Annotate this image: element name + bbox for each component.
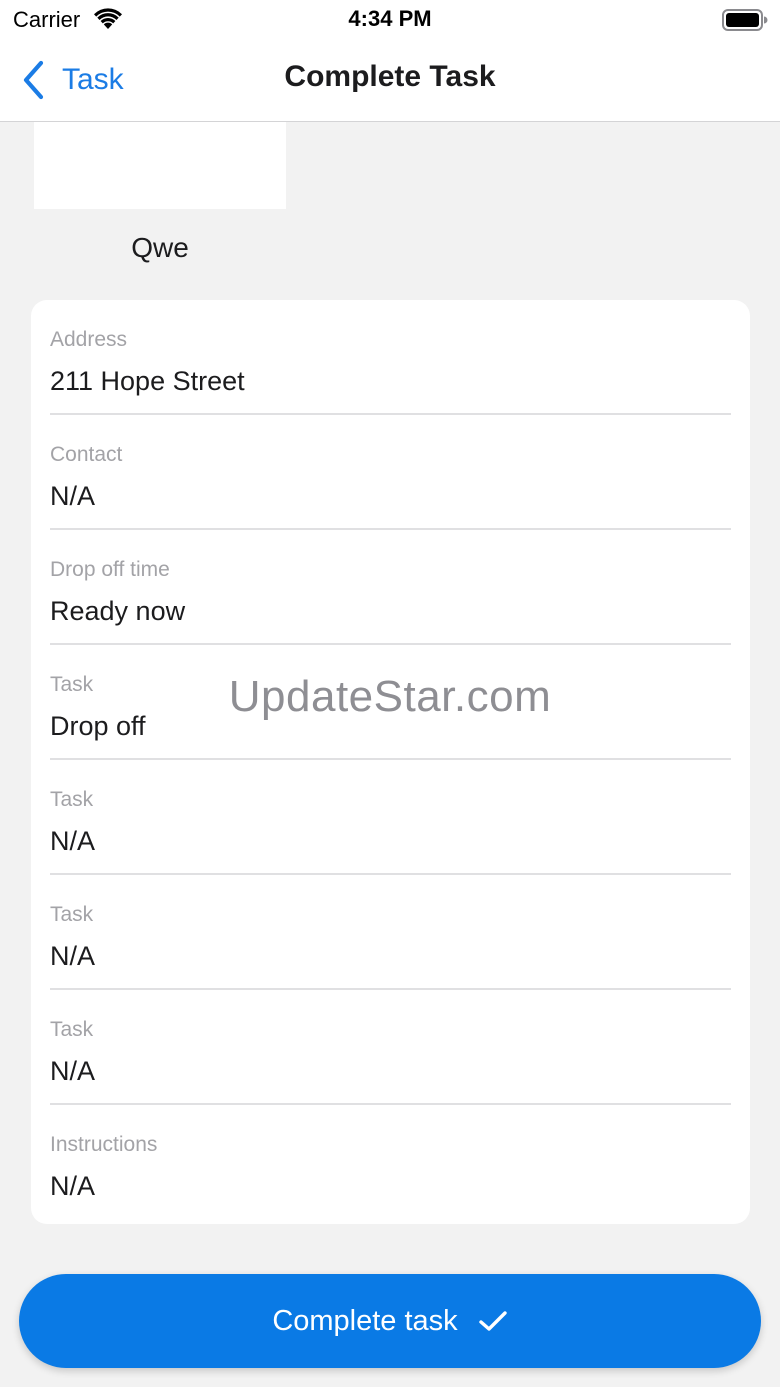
detail-value: N/A	[50, 826, 96, 856]
detail-row-task: Task Drop off	[50, 645, 731, 760]
detail-row-task: Task N/A	[50, 875, 731, 990]
detail-label: Instructions	[50, 1133, 158, 1156]
detail-value: N/A	[50, 1171, 96, 1201]
clock: 4:34 PM	[348, 6, 432, 31]
task-details-card: Address 211 Hope Street Contact N/A Drop…	[31, 300, 750, 1224]
detail-row-drop-off-time: Drop off time Ready now	[50, 530, 731, 645]
detail-label: Address	[50, 328, 128, 351]
detail-row-contact: Contact N/A	[50, 415, 731, 530]
detail-label: Task	[50, 903, 94, 926]
detail-value: Drop off	[50, 711, 146, 741]
detail-value: N/A	[50, 481, 96, 511]
status-bar: Carrier 4:34 PM	[0, 0, 780, 40]
navigation-bar: Task Complete Task	[0, 40, 780, 122]
detail-value: Ready now	[50, 596, 186, 626]
detail-value: N/A	[50, 1056, 96, 1086]
task-image-placeholder	[34, 122, 286, 209]
checkmark-icon	[478, 1311, 507, 1331]
detail-label: Drop off time	[50, 558, 170, 581]
detail-row-address: Address 211 Hope Street	[50, 300, 731, 415]
complete-task-button[interactable]: Complete task	[19, 1274, 761, 1368]
detail-row-task: Task N/A	[50, 760, 731, 875]
complete-task-label: Complete task	[272, 1304, 458, 1337]
recipient-name: Qwe	[131, 232, 189, 263]
detail-row-task: Task N/A	[50, 990, 731, 1105]
complete-task-screen: Carrier 4:34 PM Task Complete Task Qwe A…	[0, 0, 780, 1387]
page-title: Complete Task	[284, 60, 496, 93]
detail-label: Contact	[50, 443, 123, 466]
detail-value: 211 Hope Street	[50, 366, 245, 396]
detail-label: Task	[50, 788, 94, 811]
detail-label: Task	[50, 673, 94, 696]
detail-value: N/A	[50, 941, 96, 971]
detail-label: Task	[50, 1018, 94, 1041]
detail-row-instructions: Instructions N/A	[50, 1105, 731, 1220]
battery-icon	[722, 9, 768, 31]
